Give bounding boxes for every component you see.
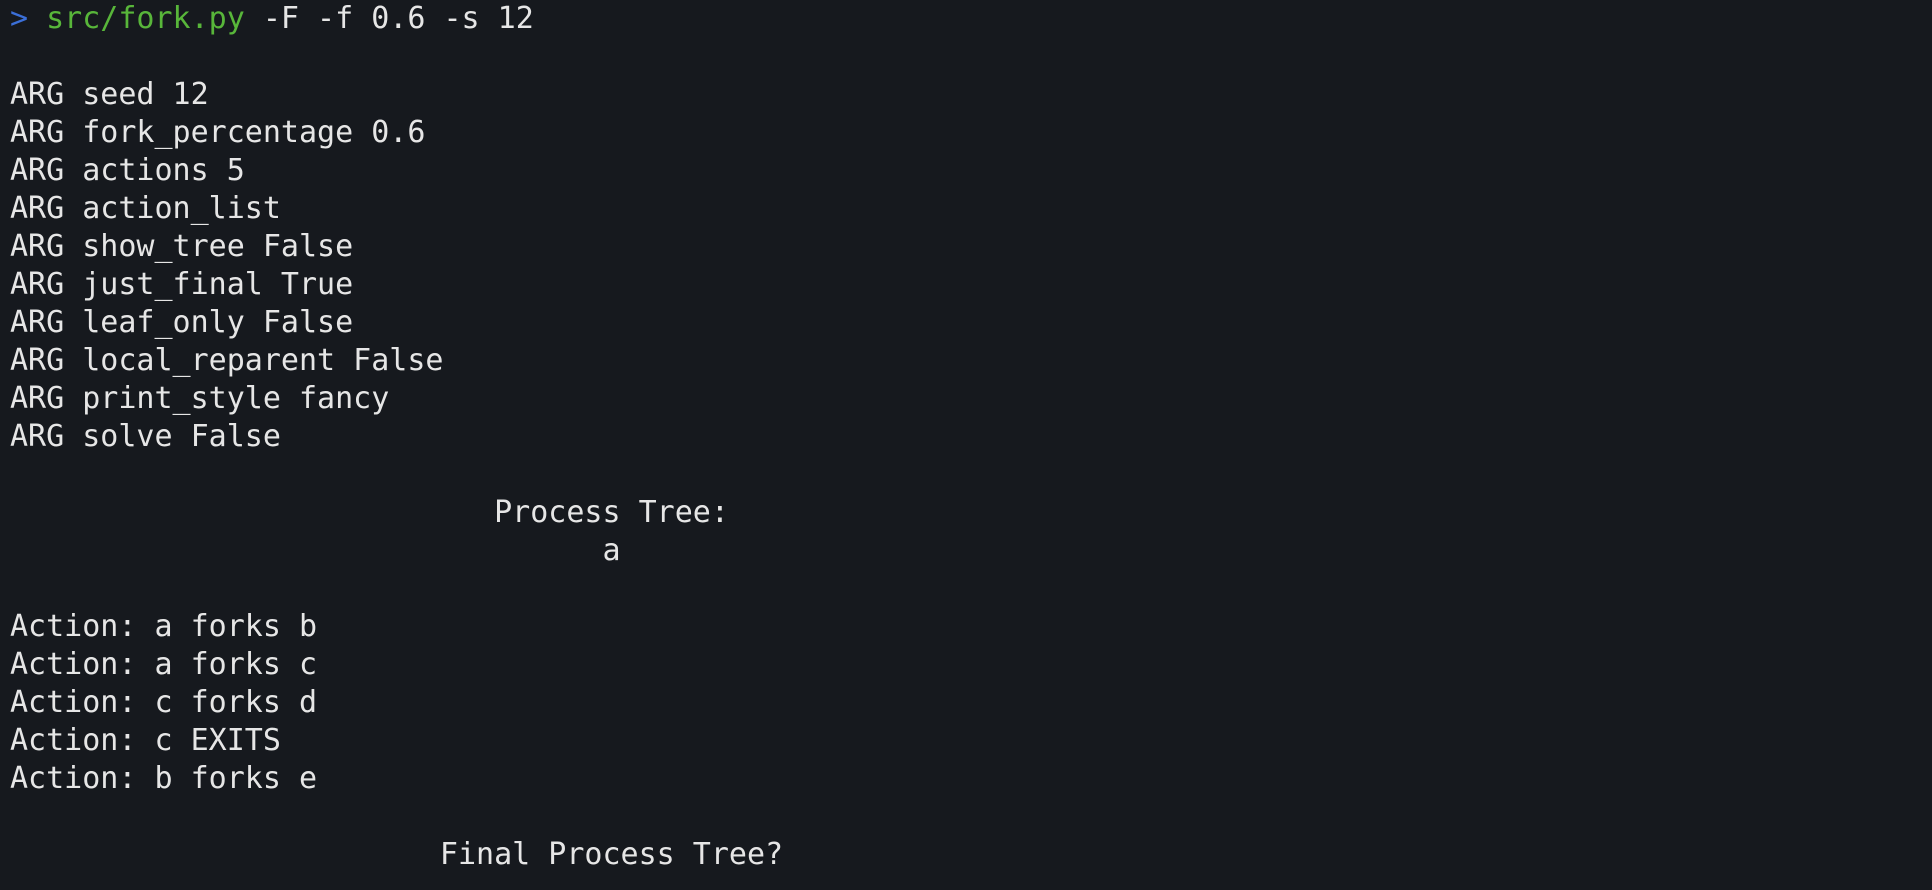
process-tree-root: a xyxy=(602,533,621,568)
arg-line-fork-percentage: ARG fork_percentage 0.6 xyxy=(10,115,426,150)
final-process-tree-title: Final Process Tree? xyxy=(439,837,784,872)
arg-line-solve: ARG solve False xyxy=(10,419,281,454)
action-line: Action: a forks c xyxy=(10,647,318,682)
command-name: src/fork.py xyxy=(46,1,245,36)
arg-line-just-final: ARG just_final True xyxy=(10,267,354,302)
arg-line-print-style: ARG print_style fancy xyxy=(10,381,390,416)
arg-line-seed: ARG seed 12 xyxy=(10,77,209,112)
arg-line-actions: ARG actions 5 xyxy=(10,153,245,188)
arg-line-action-list: ARG action_list xyxy=(10,191,281,226)
arg-line-leaf-only: ARG leaf_only False xyxy=(10,305,354,340)
command-args: -F -f 0.6 -s 12 xyxy=(262,1,534,36)
action-line: Action: c EXITS xyxy=(10,723,281,758)
prompt-symbol: > xyxy=(10,1,29,36)
prompt-line: > src/fork.py -F -f 0.6 -s 12 xyxy=(10,0,1932,38)
action-line: Action: b forks e xyxy=(10,761,318,796)
arg-line-show-tree: ARG show_tree False xyxy=(10,229,354,264)
terminal-window[interactable]: > src/fork.py -F -f 0.6 -s 12 ARG seed 1… xyxy=(0,0,1932,890)
process-tree-title: Process Tree: xyxy=(494,495,729,530)
action-line: Action: a forks b xyxy=(10,609,318,644)
action-line: Action: c forks d xyxy=(10,685,318,720)
arg-line-local-reparent: ARG local_reparent False xyxy=(10,343,444,378)
